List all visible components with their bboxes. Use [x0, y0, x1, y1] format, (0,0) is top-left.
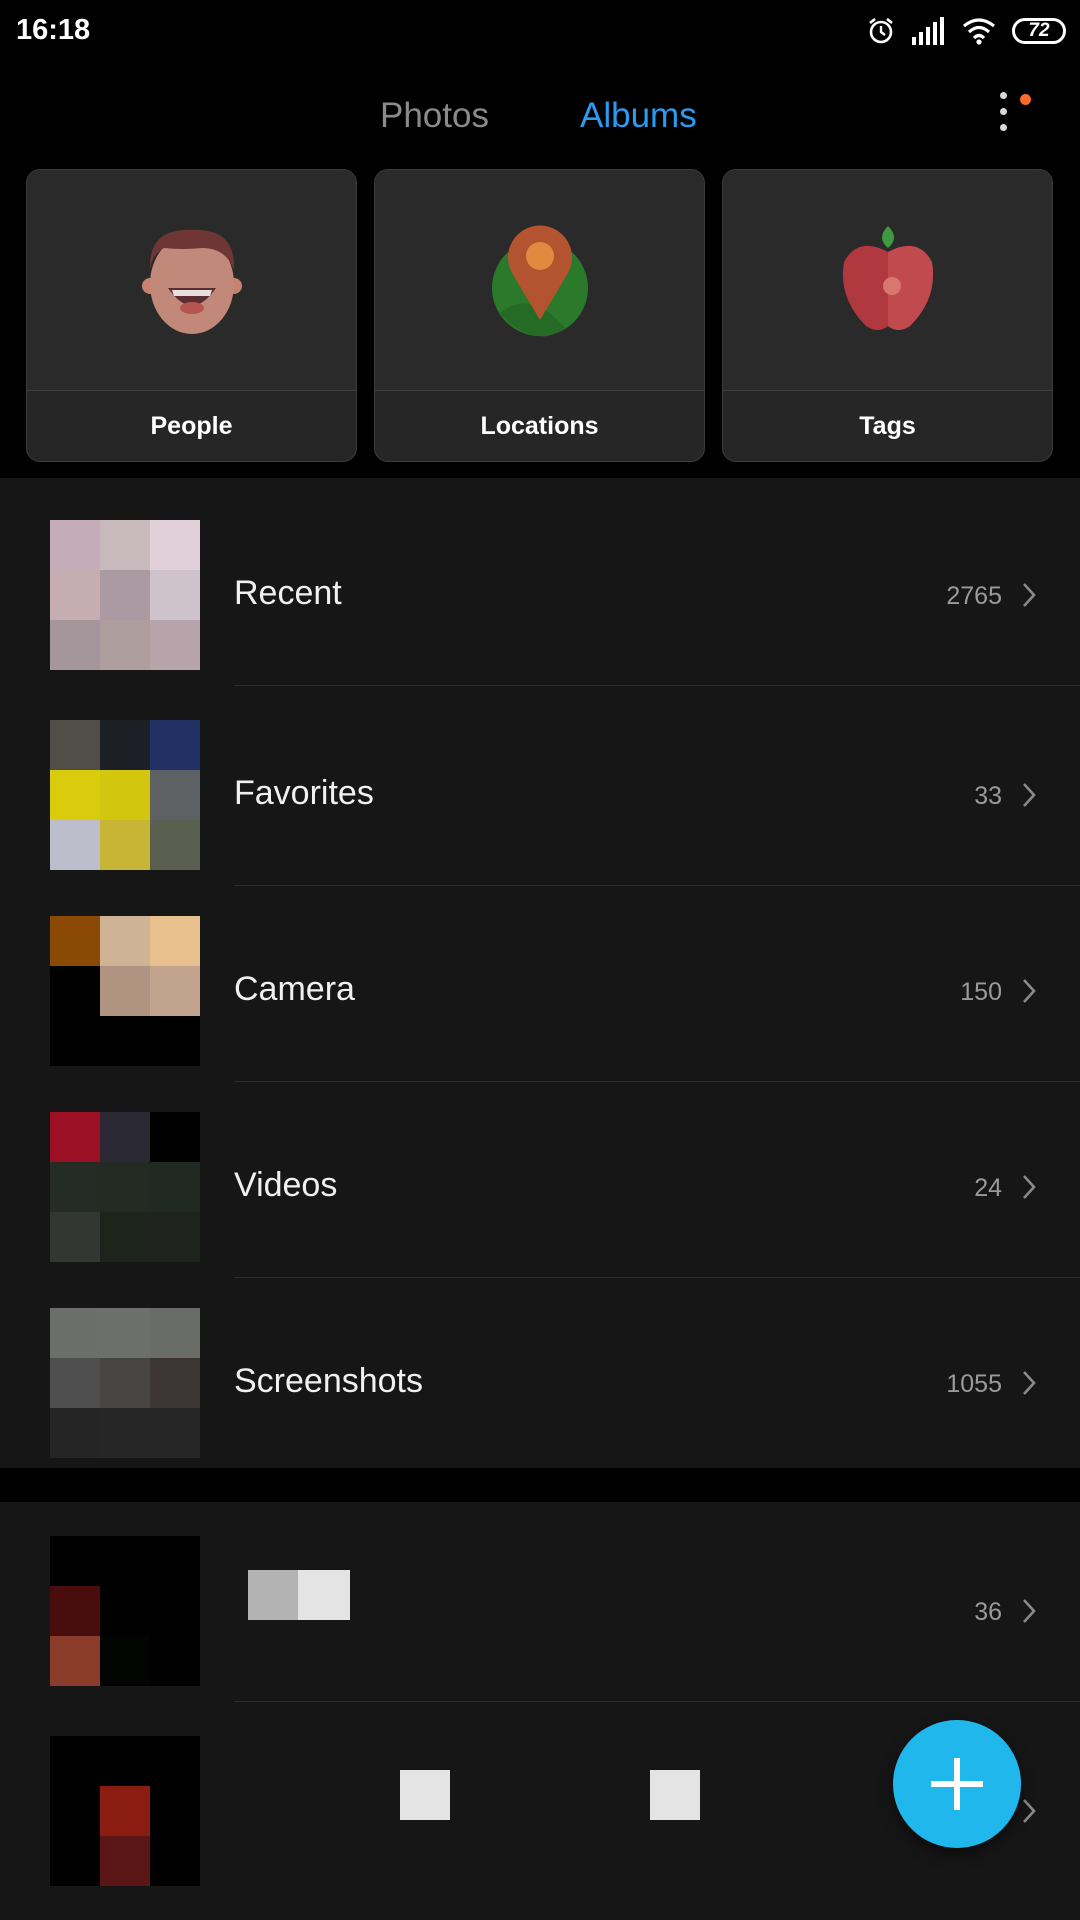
- tab-photos[interactable]: Photos: [380, 96, 489, 136]
- people-card[interactable]: People: [26, 169, 357, 462]
- album-thumbnail: [50, 1736, 200, 1886]
- row-divider: [234, 685, 1080, 686]
- album-thumbnail: [50, 520, 200, 670]
- locations-card[interactable]: Locations: [374, 169, 705, 462]
- signal-icon: [912, 17, 944, 45]
- album-count: 24: [974, 1174, 1002, 1202]
- battery-level: 72: [1028, 20, 1050, 41]
- album-name: Favorites: [234, 774, 374, 812]
- top-tab-bar: Photos Albums: [0, 62, 1080, 168]
- people-label: People: [150, 412, 233, 440]
- album-count: 33: [974, 782, 1002, 810]
- redacted-block: [650, 1770, 700, 1820]
- album-row[interactable]: Recent 2765: [0, 490, 1080, 686]
- add-album-button[interactable]: [893, 1720, 1021, 1848]
- locations-label: Locations: [480, 412, 599, 440]
- album-row[interactable]: 36: [0, 1506, 1080, 1702]
- tab-albums[interactable]: Albums: [580, 96, 697, 136]
- chevron-right-icon: [1023, 1371, 1036, 1395]
- redacted-block: [400, 1770, 450, 1820]
- album-count: 2765: [946, 582, 1002, 610]
- more-options-button[interactable]: [990, 92, 1018, 168]
- row-divider: [234, 1701, 1080, 1702]
- chevron-right-icon: [1023, 1175, 1036, 1199]
- album-count: 36: [974, 1598, 1002, 1626]
- chevron-right-icon: [1023, 783, 1036, 807]
- album-row[interactable]: Videos 24: [0, 1082, 1080, 1278]
- tags-label: Tags: [859, 412, 916, 440]
- status-bar: 16:18 72: [0, 0, 1080, 62]
- status-time: 16:18: [16, 14, 91, 46]
- location-pin-icon: [492, 225, 588, 337]
- plus-icon: [931, 1758, 983, 1810]
- wifi-icon: [963, 18, 995, 45]
- album-row[interactable]: Camera 150: [0, 886, 1080, 1082]
- chevron-right-icon: [1023, 583, 1036, 607]
- album-thumbnail: [50, 1308, 200, 1458]
- face-icon: [142, 229, 242, 334]
- album-name: Recent: [234, 574, 342, 612]
- album-name: Screenshots: [234, 1362, 423, 1400]
- album-name: Camera: [234, 970, 355, 1008]
- album-thumbnail: [50, 1536, 200, 1686]
- album-thumbnail: [50, 1112, 200, 1262]
- album-row[interactable]: Favorites 33: [0, 690, 1080, 886]
- album-thumbnail: [50, 720, 200, 870]
- redacted-block: [298, 1570, 350, 1620]
- redacted-block: [248, 1570, 298, 1620]
- chevron-right-icon: [1023, 979, 1036, 1003]
- battery-icon: 72: [1012, 18, 1066, 44]
- notification-dot: [1020, 94, 1031, 105]
- album-count: 1055: [946, 1370, 1002, 1398]
- apple-icon: [842, 226, 934, 330]
- album-thumbnail: [50, 916, 200, 1066]
- tags-card[interactable]: Tags: [722, 169, 1053, 462]
- album-name: Videos: [234, 1166, 338, 1204]
- album-count: 150: [960, 978, 1002, 1006]
- alarm-icon: [869, 17, 893, 44]
- album-row[interactable]: Screenshots 1055: [0, 1278, 1080, 1474]
- chevron-right-icon: [1023, 1599, 1036, 1623]
- status-icons: 72: [866, 14, 1066, 48]
